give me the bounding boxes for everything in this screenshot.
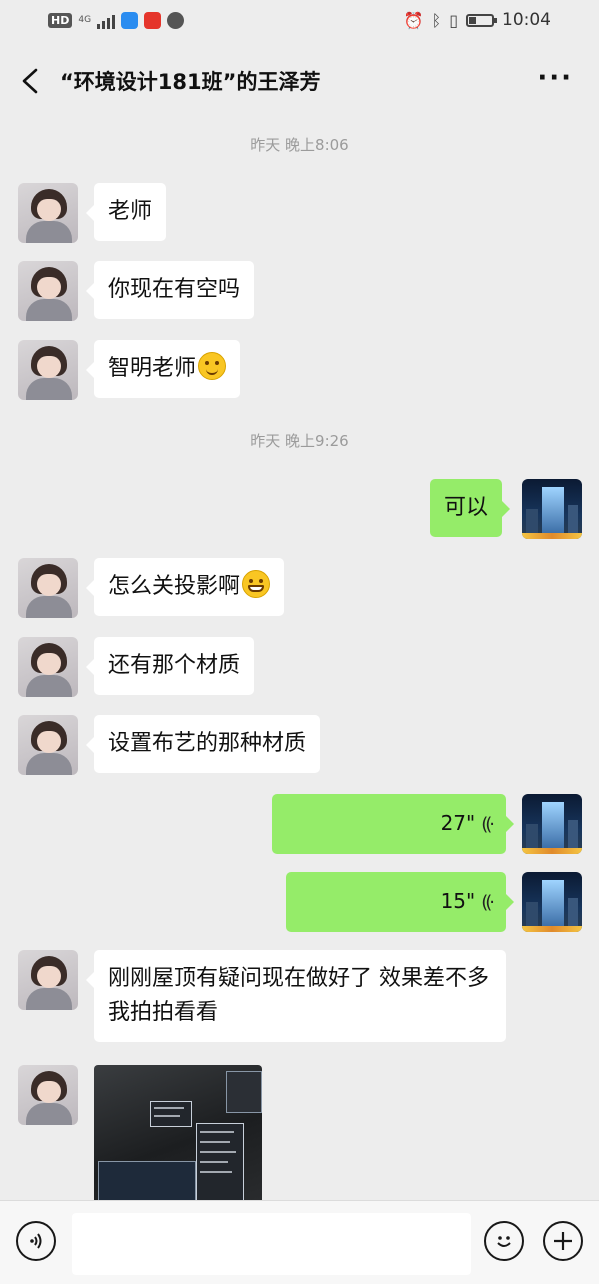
voice-wave-icon: ((· <box>481 814 495 835</box>
avatar[interactable] <box>18 1065 78 1125</box>
avatar[interactable] <box>18 715 78 775</box>
status-bar: HD 4G ⏰ ᛒ ▯ 10:04 <box>0 0 599 44</box>
chat-title: “环境设计181班”的王泽芳 <box>60 70 321 94</box>
app-notification-icon <box>144 12 162 29</box>
voice-duration: 15" <box>440 889 476 913</box>
message-bubble[interactable]: 怎么关投影啊 <box>85 558 285 616</box>
emoji-button[interactable] <box>484 1221 524 1261</box>
bluetooth-icon: ᛒ <box>431 10 442 30</box>
voice-button[interactable] <box>16 1221 56 1261</box>
my-avatar[interactable] <box>522 479 582 539</box>
message-bubble[interactable]: 你现在有空吗 <box>85 261 255 319</box>
emoji-icon <box>497 1236 511 1247</box>
signal-icon <box>97 13 116 29</box>
status-right: ⏰ ᛒ ▯ 10:04 <box>404 10 551 30</box>
message-text: 设置布艺的那种材质 <box>108 731 307 756</box>
alarm-icon: ⏰ <box>403 10 424 30</box>
message-bubble[interactable]: 刚刚屋顶有疑问现在做好了 效果差不多我拍拍看看 <box>86 950 506 1042</box>
message-text: 怎么关投影啊 <box>108 574 241 599</box>
message-text: 还有那个材质 <box>108 653 241 678</box>
message-text: 可以 <box>444 495 489 520</box>
voice-message[interactable]: 27" ((· <box>272 794 514 854</box>
avatar[interactable] <box>18 340 78 400</box>
chat-header: “环境设计181班”的王泽芳 ··· <box>0 44 599 118</box>
plus-icon <box>554 1232 572 1250</box>
message-text: 老师 <box>108 199 153 224</box>
network-type: 4G <box>78 15 92 25</box>
voice-icon <box>30 1233 42 1249</box>
message-bubble[interactable]: 设置布艺的那种材质 <box>85 715 321 773</box>
my-avatar[interactable] <box>522 872 582 932</box>
voice-message[interactable]: 15" ((· <box>286 872 514 932</box>
message-text: 刚刚屋顶有疑问现在做好了 效果差不多我拍拍看看 <box>108 966 489 1025</box>
message-text: 你现在有空吗 <box>108 277 241 302</box>
avatar[interactable] <box>18 558 78 618</box>
message-bubble[interactable]: 智明老师 <box>85 340 241 398</box>
message-bubble[interactable]: 老师 <box>85 183 167 241</box>
message-input[interactable] <box>72 1213 471 1275</box>
avatar[interactable] <box>18 183 78 243</box>
message-bubble[interactable]: 可以 <box>430 479 511 537</box>
clock: 10:04 <box>502 10 551 30</box>
avatar[interactable] <box>18 950 78 1010</box>
plus-button[interactable] <box>543 1221 583 1261</box>
image-message[interactable] <box>94 1065 262 1200</box>
hd-badge: HD <box>48 13 73 28</box>
my-avatar[interactable] <box>522 794 582 854</box>
avatar[interactable] <box>18 261 78 321</box>
message-bubble[interactable]: 还有那个材质 <box>85 637 255 695</box>
timestamp: 昨天 晚上8:06 <box>250 136 349 154</box>
status-left: HD 4G <box>48 12 185 29</box>
navigation-notification-icon <box>167 12 185 29</box>
battery-icon <box>466 13 497 27</box>
voice-wave-icon: ((· <box>481 892 495 913</box>
chevron-left-icon <box>22 68 38 94</box>
more-dots-icon[interactable]: ··· <box>537 65 573 91</box>
timestamp: 昨天 晚上9:26 <box>250 432 349 450</box>
smile-emoji-icon <box>198 352 227 380</box>
avatar[interactable] <box>18 637 78 697</box>
message-text: 智明老师 <box>108 356 197 381</box>
vibrate-icon: ▯ <box>449 10 458 30</box>
back-button[interactable] <box>16 64 44 98</box>
grin-emoji-icon <box>242 570 271 598</box>
input-bar <box>0 1200 599 1284</box>
message-list[interactable]: 昨天 晚上8:06 老师 你现在有空吗 智明老师 昨天 晚上9:26 可以 怎么… <box>0 118 599 1200</box>
voice-duration: 27" <box>440 811 476 835</box>
app-notification-icon <box>121 12 139 29</box>
